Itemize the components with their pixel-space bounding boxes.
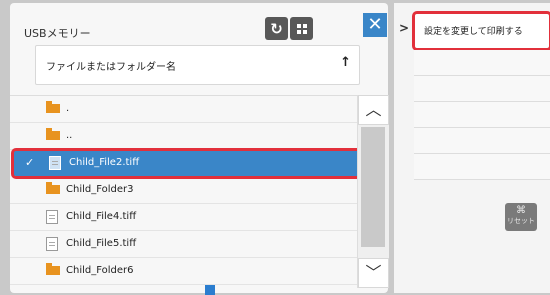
item-name: Child_File2.tiff	[69, 157, 140, 168]
folder-icon	[46, 263, 60, 275]
list-item[interactable]: ..	[10, 123, 357, 150]
file-icon	[46, 210, 58, 226]
list-item[interactable]: Child_Folder6	[10, 258, 357, 285]
item-name: .	[66, 103, 70, 114]
list-scrollbar[interactable]: ︿ ﹀	[357, 95, 389, 288]
print-with-settings-label: 設定を変更して印刷する	[424, 27, 523, 37]
thumbnail-view-button[interactable]	[290, 17, 313, 40]
file-icon	[49, 156, 61, 172]
action-slot	[414, 50, 550, 76]
close-button[interactable]: ✕	[363, 13, 387, 37]
file-browser-panel: USBメモリー ↻ ✕ ファイルまたはフォルダー名 ↑ . .. ✓ Child…	[10, 3, 389, 293]
sort-by-name-button[interactable]: ファイルまたはフォルダー名 ↑	[35, 45, 360, 85]
item-name: Child_File5.tiff	[66, 238, 137, 249]
item-name: Child_Folder6	[66, 265, 134, 276]
item-name: ..	[66, 130, 73, 141]
list-item[interactable]: Child_Folder3	[10, 177, 357, 204]
folder-icon	[46, 182, 60, 194]
sort-ascending-icon: ↑	[340, 55, 351, 70]
chevron-up-icon: ︿	[365, 100, 382, 119]
chevron-down-icon: ﹀	[365, 263, 382, 282]
scroll-thumb[interactable]	[361, 127, 385, 247]
print-with-settings-button[interactable]: 設定を変更して印刷する	[412, 11, 550, 51]
action-slot	[414, 154, 550, 180]
list-item[interactable]: Child_File5.tiff	[10, 231, 357, 258]
folder-icon	[46, 128, 60, 140]
scroll-down-button[interactable]: ﹀	[358, 258, 389, 288]
grid-icon	[296, 23, 307, 34]
scroll-up-button[interactable]: ︿	[358, 95, 389, 125]
file-list: . .. ✓ Child_File2.tiff Child_Folder3 Ch…	[10, 95, 363, 289]
file-icon	[46, 237, 58, 253]
item-name: Child_Folder3	[66, 184, 134, 195]
bottom-tab-indicator	[205, 285, 215, 295]
reset-label: リセット	[507, 217, 535, 225]
action-slot	[414, 102, 550, 128]
sort-label: ファイルまたはフォルダー名	[46, 62, 176, 73]
action-slot	[414, 76, 550, 102]
action-panel: > 設定を変更して印刷する ⌘ リセット	[394, 3, 550, 293]
folder-icon	[46, 101, 60, 113]
action-slot	[414, 128, 550, 154]
list-item[interactable]: .	[10, 96, 357, 123]
list-item-selected[interactable]: ✓ Child_File2.tiff	[11, 148, 363, 179]
panel-title: USBメモリー	[24, 27, 91, 40]
chevron-right-icon[interactable]: >	[399, 21, 409, 35]
list-item[interactable]: Child_File4.tiff	[10, 204, 357, 231]
item-name: Child_File4.tiff	[66, 211, 137, 222]
close-icon: ✕	[367, 14, 383, 35]
reset-button[interactable]: ⌘ リセット	[505, 203, 537, 231]
reset-icon: ⌘	[516, 205, 526, 216]
refresh-icon: ↻	[270, 19, 283, 38]
checkmark-icon: ✓	[25, 156, 35, 169]
refresh-button[interactable]: ↻	[265, 17, 288, 40]
